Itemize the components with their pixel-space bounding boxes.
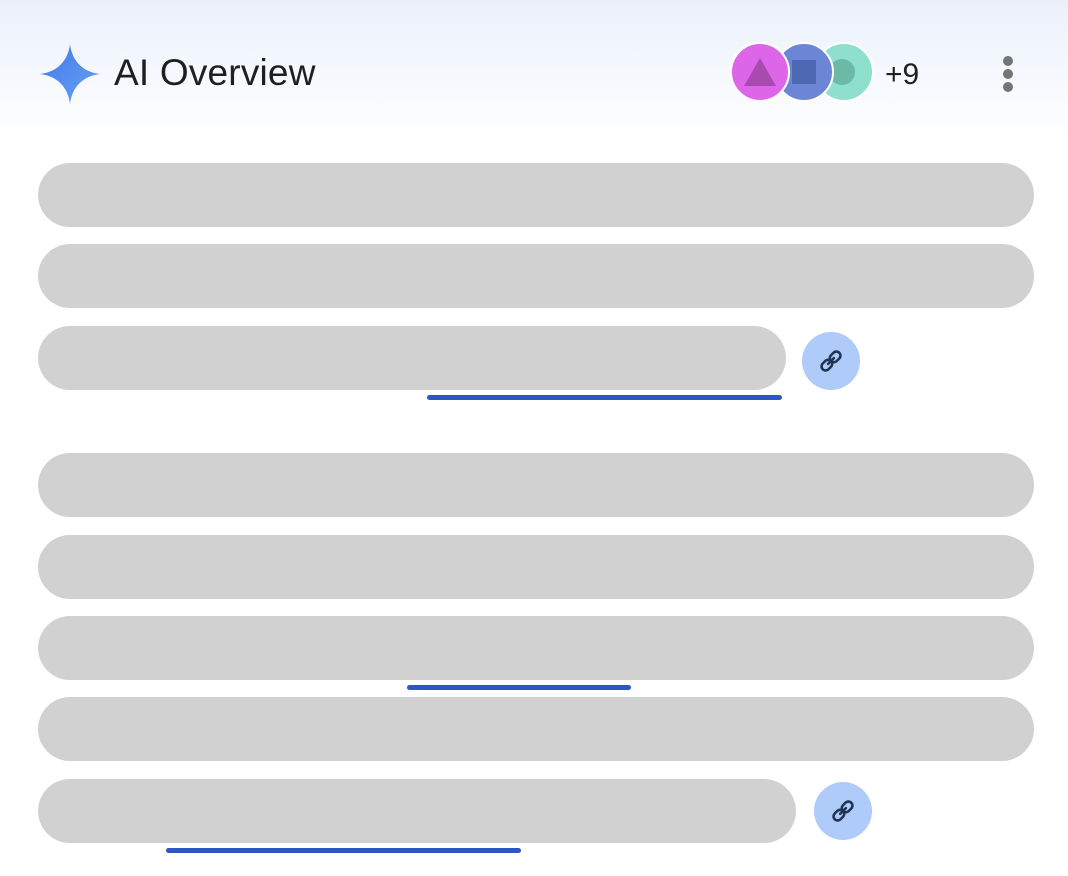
gemini-sparkle-icon	[40, 44, 100, 104]
source-avatars[interactable]	[730, 42, 880, 106]
text-line-placeholder	[38, 779, 796, 843]
citation-underline[interactable]	[407, 685, 631, 690]
text-line-placeholder	[38, 535, 1034, 599]
citation-underline[interactable]	[427, 395, 782, 400]
triangle-icon	[744, 58, 776, 86]
link-icon	[820, 350, 842, 372]
citation-underline[interactable]	[166, 848, 521, 853]
text-line-placeholder	[38, 453, 1034, 517]
menu-dot	[1003, 56, 1013, 66]
menu-dot	[1003, 82, 1013, 92]
more-sources-count[interactable]: +9	[885, 58, 919, 92]
more-options-button[interactable]	[990, 50, 1026, 98]
page-title: AI Overview	[114, 52, 316, 93]
source-link-button[interactable]	[814, 782, 872, 840]
source-avatar-triangle[interactable]	[730, 42, 790, 102]
text-line-placeholder	[38, 163, 1034, 227]
menu-dot	[1003, 69, 1013, 79]
link-icon	[832, 800, 854, 822]
text-line-placeholder	[38, 697, 1034, 761]
source-link-button[interactable]	[802, 332, 860, 390]
text-line-placeholder	[38, 616, 1034, 680]
text-line-placeholder	[38, 326, 786, 390]
text-line-placeholder	[38, 244, 1034, 308]
